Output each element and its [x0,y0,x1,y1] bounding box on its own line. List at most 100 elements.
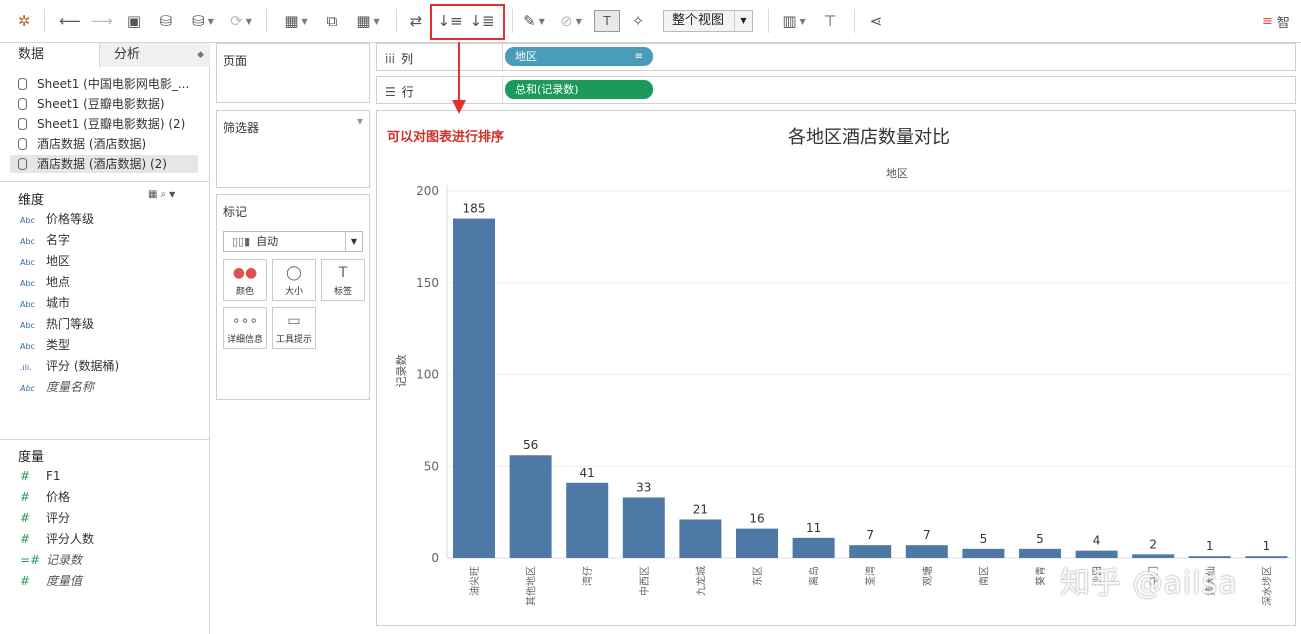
measure-icon: # [20,574,31,588]
dimension-tools[interactable]: ▦⌕▼ [148,189,178,200]
measure-icon: # [20,532,31,546]
field-type-icon: Abc [20,321,35,330]
dimension-field[interactable]: Abc 地区 [20,251,70,271]
field-type-icon: Abc [20,342,35,351]
chevron-down-icon: ▼ [169,190,179,199]
duplicate-sheet-icon[interactable]: ⧉ [320,10,344,32]
data-label: 41 [580,466,595,480]
columns-icon: iii [385,52,396,66]
toolbar: ✲ ⟵ ⟶ ▣ ⛁ ⛁ ▼ ⟳ ▼ ▦ ▼ ⧉ ▦ ▼ ⇄ ↓≡ ↓≣ ✎ ▼ ⊘ ▼ T … [0,0,1301,43]
swap-axes-icon[interactable]: ⇄ [404,10,428,32]
filters-card[interactable]: 筛选器 ▼ [216,110,370,188]
rows-shelf[interactable]: ☰ 行 总和(记录数) [376,76,1296,104]
dimension-field[interactable]: Abc 热门等级 [20,314,94,334]
fit-mode-select[interactable]: 整个视图 ▼ [663,10,753,32]
y-axis-title: 记录数 [395,355,408,388]
show-me-button[interactable]: ≡ 智 [1262,10,1298,32]
datasource-item[interactable]: Sheet1 (豆瓣电影数据) (2) [18,115,200,133]
data-label: 56 [523,438,538,452]
new-worksheet-icon[interactable]: ▦ ▼ [278,10,314,32]
data-label: 7 [923,528,931,542]
pages-card[interactable]: 页面 [216,43,370,103]
mark-button-0[interactable]: ●● 颜色 [223,259,267,301]
columns-shelf[interactable]: iii 列 地区 ≡ [376,43,1296,71]
redo-icon[interactable]: ⟶ [90,10,114,32]
x-tick-label: 其他地区 [525,566,538,606]
field-type-icon: Abc [20,237,35,246]
fix-axes-icon[interactable]: ✧ [626,10,650,32]
tab-data[interactable]: 数据 [0,43,100,67]
columns-pill[interactable]: 地区 ≡ [505,47,653,66]
field-type-icon: Abc [20,216,35,225]
share-icon[interactable]: ⋖ [864,10,888,32]
highlight-icon[interactable]: ✎ ▼ [518,10,550,32]
data-label: 21 [693,502,708,516]
show-labels-icon[interactable]: T [594,10,620,32]
group-icon[interactable]: ⊘ ▼ [555,10,587,32]
measure-field[interactable]: =# 记录数 [20,550,82,570]
data-label: 185 [463,202,486,216]
refresh-icon[interactable]: ⟳ ▼ [224,10,258,32]
show-cards-icon[interactable]: ▥ ▼ [776,10,812,32]
clear-sheet-icon[interactable]: ▦ ▼ [350,10,386,32]
tableau-logo-icon[interactable]: ✲ [12,10,36,32]
measure-field[interactable]: # 度量值 [20,571,82,591]
mark-button-1[interactable]: ◯ 大小 [272,259,316,301]
chart-view: 各地区酒店数量对比 地区 记录数 0 50 100 150 200 185 油尖旺 56 其他地区 41… [376,110,1296,626]
bar [792,537,835,558]
field-type-icon: Abc [20,279,35,288]
bar [622,497,665,558]
datasource-item[interactable]: 酒店数据 (酒店数据) (2) [10,155,198,173]
pause-updates-icon[interactable]: ⛁ ▼ [186,10,220,32]
view-toggle-icon: ▦ [148,189,161,200]
watermark: 知乎 @ailsa [1060,566,1238,601]
mark-button-4[interactable]: ▭ 工具提示 [272,307,316,349]
rows-pill[interactable]: 总和(记录数) [505,80,653,99]
datasource-item[interactable]: 酒店数据 (酒店数据) [18,135,200,153]
dimension-field[interactable]: Abc 名字 [20,230,70,250]
bar [962,548,1005,558]
tab-analysis[interactable]: 分析 ◆ [100,43,210,67]
undo-icon[interactable]: ⟵ [58,10,82,32]
mark-button-3[interactable]: ∘∘∘ 详细信息 [223,307,267,349]
datasource-item[interactable]: Sheet1 (中国电影网电影_... [18,75,200,93]
data-label: 16 [749,512,764,526]
dimension-field[interactable]: Abc 类型 [20,335,70,355]
new-datasource-icon[interactable]: ⛁ [154,10,178,32]
marks-title: 标记 [223,205,248,219]
presentation-icon[interactable]: ⊤ [818,10,842,32]
mark-button-2[interactable]: T 标签 [321,259,365,301]
measure-field[interactable]: # F1 [20,466,61,486]
data-label: 4 [1093,534,1101,548]
save-icon[interactable]: ▣ [122,10,146,32]
rows-icon: ☰ [385,85,396,99]
measure-field[interactable]: # 价格 [20,487,70,507]
y-tick-label: 150 [416,276,439,290]
mark-type-select[interactable]: ▯▯▮ 自动 ▼ [223,231,363,252]
dimension-field[interactable]: Abc 地点 [20,272,70,292]
marks-card: 标记 ▯▯▮ 自动 ▼ ●● 颜色 ◯ 大小 T 标签 ∘∘∘ 详细信息 ▭ 工具提示 [216,194,370,400]
measure-field[interactable]: # 评分人数 [20,529,94,549]
data-label: 2 [1149,537,1157,551]
dimension-field[interactable]: Abc 城市 [20,293,70,313]
bar [1075,550,1118,558]
data-pane: 数据 分析 ◆ Sheet1 (中国电影网电影_... Sheet1 (豆瓣电影数据… [0,43,210,634]
x-tick-label: 离岛 [808,566,821,586]
dimension-field[interactable]: Abc 价格等级 [20,209,94,229]
database-icon [18,158,27,170]
datasource-item[interactable]: Sheet1 (豆瓣电影数据) [18,95,200,113]
measure-field[interactable]: # 评分 [20,508,70,528]
pages-title: 页面 [223,54,248,68]
bar [566,482,609,558]
dimension-field[interactable]: Abc 度量名称 [20,377,94,397]
mark-icon: ◯ [286,265,302,281]
bar-chart: 各地区酒店数量对比地区记录数050100150200185油尖旺56其他地区41… [395,127,1292,606]
field-type-icon: Abc [20,384,35,393]
measure-icon: # [20,511,31,525]
data-label: 5 [1036,532,1044,546]
database-icon [18,138,27,150]
bar [849,545,892,558]
dimension-field[interactable]: .ılı. 评分 (数据桶) [20,356,119,376]
y-tick-label: 50 [424,459,439,473]
dimensions-title: 维度 [18,193,45,208]
